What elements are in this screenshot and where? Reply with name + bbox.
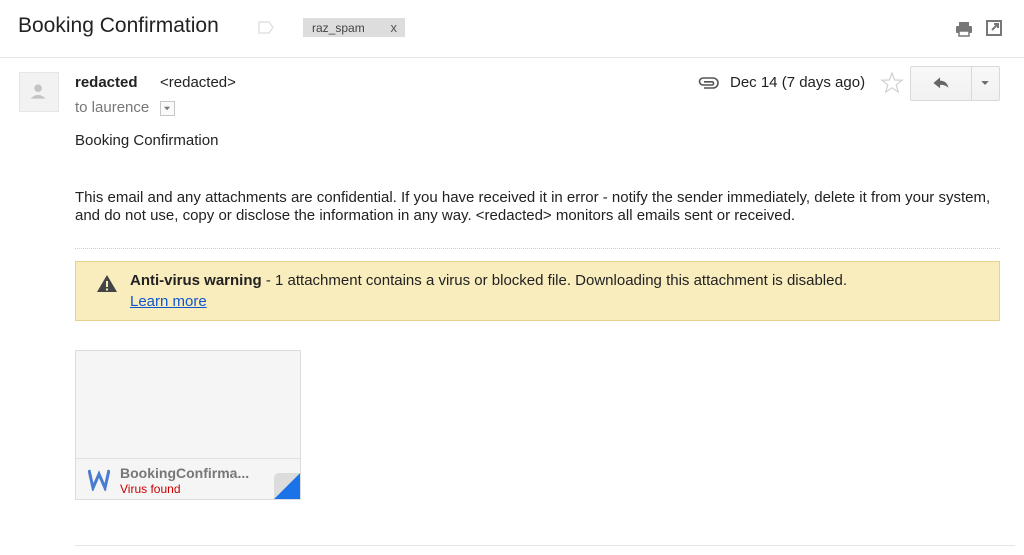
chevron-down-icon xyxy=(164,106,171,111)
recipient-line: to laurence xyxy=(75,99,150,116)
label-remove-button[interactable]: x xyxy=(391,20,398,35)
more-options-button[interactable] xyxy=(971,66,1000,101)
new-window-icon[interactable] xyxy=(986,20,1002,36)
label-chip-text: raz_spam xyxy=(312,20,365,35)
warning-message: - 1 attachment contains a virus or block… xyxy=(261,272,847,289)
attachment-filename: BookingConfirma... xyxy=(120,465,250,481)
important-marker-icon[interactable] xyxy=(258,21,274,34)
chevron-down-icon xyxy=(981,81,989,85)
learn-more-link[interactable]: Learn more xyxy=(130,293,207,310)
email-body-title: Booking Confirmation xyxy=(75,132,219,149)
attachment-footer: BookingConfirma... Virus found xyxy=(76,458,300,499)
star-icon[interactable] xyxy=(880,71,904,95)
label-chip[interactable]: raz_spam x xyxy=(303,18,405,37)
signature-divider xyxy=(75,248,1000,249)
file-corner-fold-icon xyxy=(274,473,300,499)
sender-email: <redacted> xyxy=(160,74,236,91)
message-date: Dec 14 (7 days ago) xyxy=(730,74,866,91)
sender-avatar[interactable] xyxy=(19,72,59,112)
paperclip-icon xyxy=(698,77,719,89)
printer-icon[interactable] xyxy=(955,21,973,37)
attachment-preview[interactable] xyxy=(76,351,300,458)
thread-subject: Booking Confirmation xyxy=(18,14,219,37)
message-divider xyxy=(75,545,1015,546)
sender-name[interactable]: redacted xyxy=(75,74,138,91)
attachment-status: Virus found xyxy=(120,482,181,496)
reply-button[interactable] xyxy=(910,66,972,101)
antivirus-warning-banner: Anti-virus warning - 1 attachment contai… xyxy=(75,261,1000,321)
recipient-details-button[interactable] xyxy=(160,101,175,116)
thread-header: Booking Confirmation raz_spam x xyxy=(0,0,1024,58)
word-doc-icon xyxy=(88,469,110,491)
email-disclaimer: This email and any attachments are confi… xyxy=(75,189,991,224)
warning-icon xyxy=(97,275,117,292)
person-icon xyxy=(30,84,46,99)
warning-title: Anti-virus warning xyxy=(130,272,262,289)
reply-icon xyxy=(933,77,949,89)
warning-text: Anti-virus warning - 1 attachment contai… xyxy=(130,272,847,289)
attachment-card[interactable]: BookingConfirma... Virus found xyxy=(75,350,301,500)
